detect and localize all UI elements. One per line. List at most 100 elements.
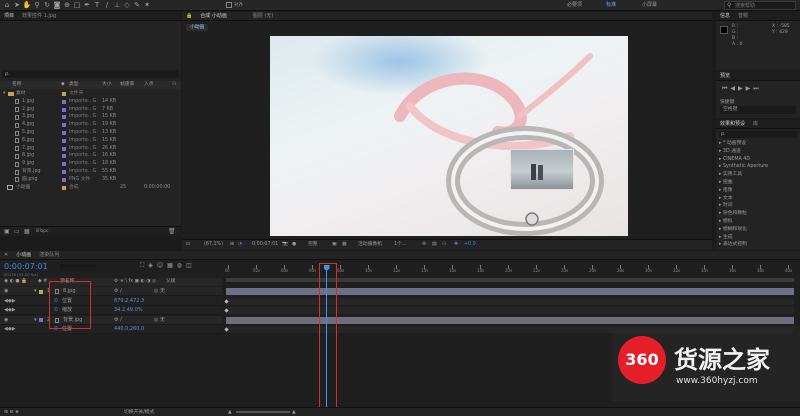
shortcut-select[interactable]: 空格键 xyxy=(720,106,796,114)
col-fps[interactable]: 帧速率 xyxy=(120,81,134,89)
label-swatch[interactable] xyxy=(62,185,66,190)
list-item[interactable]: 9.jpg Importe...G 18 KB xyxy=(0,160,178,168)
effect-category[interactable]: ▸ 表达式控制 xyxy=(719,241,799,249)
camera-select[interactable]: 活动摄像机 xyxy=(358,240,382,250)
list-item[interactable]: 3.jpg Importe...G 15 KB xyxy=(0,113,178,121)
last-frame-icon[interactable]: ⏭ xyxy=(753,85,761,92)
exposure-value[interactable]: +0.0 xyxy=(464,240,476,250)
keyframe-nav-icon[interactable]: ◀◆▶ xyxy=(4,306,16,315)
tab-project[interactable]: 项目 xyxy=(0,12,18,20)
new-folder-icon[interactable]: ▭ xyxy=(14,227,20,236)
effect-category[interactable]: ▸ 杂色和颗粒 xyxy=(719,210,799,218)
keyframe-marker[interactable] xyxy=(224,308,229,313)
list-item[interactable]: 5.jpg Importe...G 13 KB xyxy=(0,129,178,137)
comp-timecode[interactable]: 0:00:07:01 xyxy=(252,240,278,250)
views-select[interactable]: 1个... xyxy=(394,240,406,250)
project-search[interactable]: ρ. xyxy=(2,70,179,78)
tab-library[interactable]: 库 xyxy=(749,120,762,128)
effect-category[interactable]: ▸ CINEMA 4D xyxy=(719,156,799,164)
tab-effect-controls[interactable]: 效果控件 1.jpg xyxy=(18,12,60,20)
timeline-icon[interactable]: ▤ xyxy=(432,240,437,250)
disclosure-triangle-icon[interactable]: ▾ xyxy=(34,316,37,325)
label-swatch[interactable] xyxy=(62,131,66,135)
layer-row[interactable]: ◉ ▾ 1 8.jpg ⚙ / ◎ 无 xyxy=(0,287,222,296)
interpret-icon[interactable]: ▣ xyxy=(4,227,10,236)
effect-category[interactable]: ▸ * 动画预设 xyxy=(719,140,799,148)
frame-blend-icon[interactable]: ▦ xyxy=(167,262,177,269)
label-swatch[interactable] xyxy=(62,146,66,151)
type-tool-icon[interactable]: T xyxy=(92,0,102,10)
lock-icon[interactable]: 🔒 xyxy=(182,12,196,20)
comp-mini-flowchart-icon[interactable]: ⛶ xyxy=(140,262,148,269)
effect-category[interactable]: ▸ 生成 xyxy=(719,234,799,242)
property-track[interactable] xyxy=(224,307,794,314)
motion-blur-icon[interactable]: ◍ xyxy=(177,262,186,269)
property-value[interactable]: 879.2,472.3 xyxy=(114,297,144,306)
layer-thumbnail-8jpg[interactable] xyxy=(510,149,574,190)
label-swatch[interactable] xyxy=(62,162,66,167)
rotate-tool-icon[interactable]: ↻ xyxy=(42,0,52,10)
zoom-select[interactable]: (67.1%) xyxy=(204,240,223,250)
play-icon[interactable]: ▶ xyxy=(738,85,746,92)
property-track[interactable] xyxy=(224,297,794,305)
list-item[interactable]: 背景.jpg Importe...G 55 KB xyxy=(0,168,178,176)
tab-audio[interactable]: 音频 xyxy=(734,12,752,20)
color-channel-icon[interactable]: ● xyxy=(292,240,296,250)
keyframe-nav-icon[interactable]: ◀◆▶ xyxy=(4,325,16,334)
effect-category[interactable]: ▸ 文本 xyxy=(719,195,799,203)
layer-switches[interactable]: ⚙ / xyxy=(114,316,122,325)
col-size[interactable]: 大小 xyxy=(102,81,112,89)
zoom-slider[interactable] xyxy=(236,411,290,413)
hand-tool-icon[interactable]: ✋ xyxy=(22,0,32,10)
tab-effects[interactable]: 效果和预设 xyxy=(716,120,749,128)
label-swatch[interactable] xyxy=(62,177,66,182)
keyframe-marker[interactable] xyxy=(224,298,229,304)
close-icon[interactable]: ✕ xyxy=(0,251,12,259)
workspace-tab-0[interactable]: 必要项 xyxy=(567,0,582,11)
parent-select[interactable]: ◎ 无 xyxy=(154,316,165,325)
property-value[interactable]: 440.0,260.0 xyxy=(114,325,144,334)
workspace-tab-1[interactable]: 标准 xyxy=(606,0,616,11)
effect-category[interactable]: ▸ 时间 xyxy=(719,202,799,210)
flowchart-icon[interactable]: ⚇ xyxy=(442,240,446,250)
workspace-tab-2[interactable]: 小屏幕 xyxy=(642,0,657,11)
effect-category[interactable]: ▸ 3D 通道 xyxy=(719,148,799,156)
list-item[interactable]: 6.jpg Importe...G 15 KB xyxy=(0,137,178,145)
brush-tool-icon[interactable]: / xyxy=(102,0,112,10)
label-swatch[interactable] xyxy=(62,99,66,104)
comp-viewer[interactable] xyxy=(270,36,628,236)
zoom-out-icon[interactable]: ▲ xyxy=(228,408,232,416)
zoom-tool-icon[interactable]: ⚲ xyxy=(32,0,42,10)
mask-icon[interactable]: ◔ xyxy=(238,240,242,250)
parent-select[interactable]: ◎ 无 xyxy=(154,287,165,296)
list-item-comp[interactable]: 小动画 合成 25 0:00:00:00 xyxy=(0,184,178,192)
property-value[interactable]: 34.2,49.0% xyxy=(114,306,143,315)
layer-switches[interactable]: ⚙ / xyxy=(114,287,122,296)
tab-info[interactable]: 信息 xyxy=(716,12,734,20)
label-swatch[interactable] xyxy=(39,318,43,322)
list-item[interactable]: 7.jpg Importe...G 26 KB xyxy=(0,145,178,153)
list-item-folder[interactable]: ▾ 素材 文件夹 xyxy=(0,90,178,98)
graph-editor-icon[interactable]: ◫ xyxy=(186,262,196,269)
effect-category[interactable]: ▸ 扭曲 xyxy=(719,179,799,187)
tab-composition[interactable]: 合成 小动画 xyxy=(196,12,231,20)
effects-search[interactable]: ρ. xyxy=(719,131,797,138)
list-item[interactable]: 2.jpg Importe...G 7 KB xyxy=(0,106,178,114)
label-swatch[interactable] xyxy=(62,123,66,128)
list-item[interactable]: 1.jpg Importe...G 14 KB xyxy=(0,98,178,106)
effect-category[interactable]: ▸ Synthetic Aperture xyxy=(719,163,799,171)
eraser-icon[interactable]: ◇ xyxy=(122,0,132,10)
visibility-icon[interactable]: ◉ xyxy=(4,287,8,296)
camera-tool-icon[interactable]: ◙ xyxy=(52,0,62,10)
effect-category[interactable]: ▸ 实用工具 xyxy=(719,171,799,179)
snap-checkbox[interactable] xyxy=(226,2,232,8)
new-comp-icon[interactable]: ▦ xyxy=(24,227,30,236)
label-swatch[interactable] xyxy=(62,115,66,120)
label-swatch[interactable] xyxy=(62,138,66,143)
label-swatch[interactable] xyxy=(62,154,66,159)
prev-frame-icon[interactable]: ◀ xyxy=(730,85,738,92)
col-name[interactable]: 名称 xyxy=(12,81,22,89)
effect-category[interactable]: ▸ 抠像 xyxy=(719,187,799,195)
list-item[interactable]: 8.jpg Importe...G 16 KB xyxy=(0,152,178,160)
tab-render-queue[interactable]: 渲染队列 xyxy=(35,251,63,259)
